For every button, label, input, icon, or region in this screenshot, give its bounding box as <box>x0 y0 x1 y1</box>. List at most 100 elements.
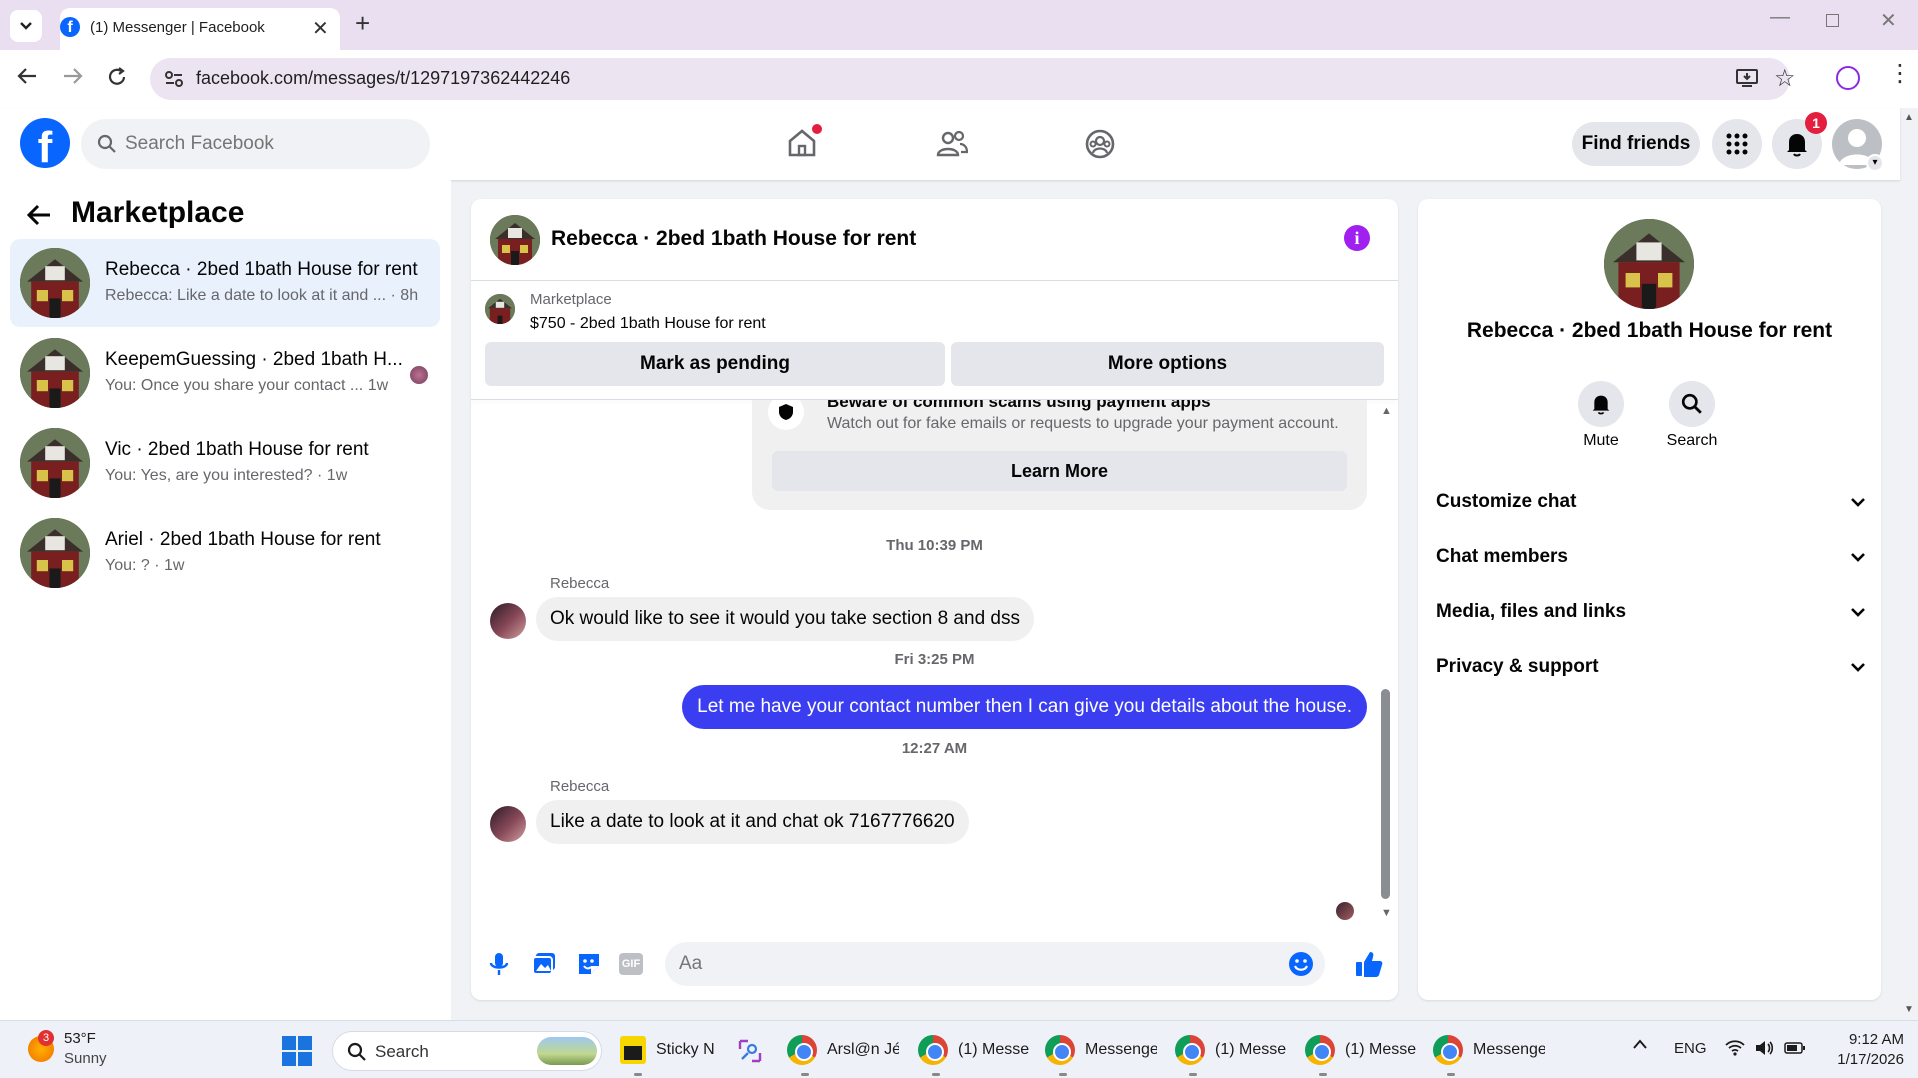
back-arrow-icon[interactable] <box>26 203 52 227</box>
contact-avatar-large[interactable] <box>1604 219 1694 309</box>
like-thumbs-up-icon[interactable] <box>1355 950 1383 978</box>
chrome-icon <box>1305 1035 1335 1065</box>
snipping-tool-icon[interactable] <box>736 1037 764 1065</box>
bell-icon <box>1785 131 1809 157</box>
conversation-preview: You: ? · 1w <box>105 557 184 575</box>
close-window-button[interactable]: ✕ <box>1880 8 1897 33</box>
facebook-search[interactable] <box>81 119 430 169</box>
taskbar-search[interactable]: Search <box>332 1031 602 1071</box>
taskbar-app[interactable]: Sticky N <box>620 1030 738 1076</box>
conversation-item[interactable]: Ariel · 2bed 1bath House for rent You: ? … <box>10 509 440 597</box>
weather-widget[interactable]: 3 53°F Sunny <box>24 1030 144 1070</box>
more-options-button[interactable]: More options <box>951 342 1384 386</box>
sticker-icon[interactable] <box>576 951 602 977</box>
reload-icon[interactable] <box>106 66 128 88</box>
chrome-icon <box>1175 1035 1205 1065</box>
windows-start-icon[interactable] <box>282 1036 312 1066</box>
chat-header-title[interactable]: Rebecca · 2bed 1bath House for rent <box>551 227 916 251</box>
bookmark-star-icon[interactable]: ☆ <box>1774 64 1796 93</box>
info-section-toggle[interactable]: Chat members <box>1436 537 1866 577</box>
clock-date[interactable]: 1/17/2026 <box>1814 1051 1904 1068</box>
taskbar-app[interactable]: Messenge <box>1433 1030 1551 1076</box>
conversation-item[interactable]: KeepemGuessing · 2bed 1bath H... You: Onc… <box>10 329 440 417</box>
tab-search-button[interactable] <box>10 10 42 42</box>
chat-header-avatar[interactable] <box>490 215 540 265</box>
microphone-icon[interactable] <box>489 951 509 977</box>
minimize-button[interactable]: — <box>1770 6 1790 29</box>
running-indicator <box>932 1073 940 1076</box>
sender-avatar[interactable] <box>490 806 526 842</box>
sticky-notes-icon <box>620 1036 646 1064</box>
wifi-icon[interactable] <box>1725 1040 1745 1056</box>
page-scroll-down[interactable]: ▼ <box>1904 1004 1914 1015</box>
taskbar-app-label: Arsl@n Jé <box>827 1041 899 1058</box>
listing-source: Marketplace <box>530 291 612 308</box>
safety-title: Beware of common scams using payment app… <box>827 400 1211 411</box>
incoming-message-bubble[interactable]: Ok would like to see it would you take s… <box>536 597 1034 641</box>
conversation-avatar <box>20 248 90 318</box>
address-bar[interactable]: facebook.com/messages/t/1297197362442246… <box>150 58 1796 100</box>
taskbar-app-label: Messenge <box>1473 1041 1545 1058</box>
emoji-icon[interactable] <box>1288 951 1314 977</box>
sender-avatar[interactable] <box>490 603 526 639</box>
seen-avatar <box>410 366 428 384</box>
new-tab-button[interactable]: + <box>355 8 370 39</box>
conversation-item[interactable]: Rebecca · 2bed 1bath House for rent Rebec… <box>10 239 440 327</box>
groups-nav-icon[interactable] <box>1084 128 1116 160</box>
conversation-title: Rebecca · 2bed 1bath House for rent <box>105 259 418 280</box>
tab-close-icon[interactable]: ✕ <box>312 16 329 41</box>
listing-title[interactable]: $750 - 2bed 1bath House for rent <box>530 315 766 333</box>
outgoing-message-bubble[interactable]: Let me have your contact number then I c… <box>682 685 1367 729</box>
back-arrow-icon[interactable] <box>16 66 38 86</box>
volume-icon[interactable] <box>1754 1040 1774 1056</box>
browser-menu-icon[interactable]: ⋮ <box>1888 62 1912 86</box>
url-text: facebook.com/messages/t/1297197362442246 <box>196 68 571 88</box>
listing-thumbnail[interactable] <box>485 294 515 324</box>
weather-condition: Sunny <box>64 1050 107 1067</box>
site-info-icon[interactable] <box>164 70 184 88</box>
account-chevron-icon[interactable]: ▾ <box>1866 154 1884 172</box>
menu-button[interactable] <box>1712 119 1762 169</box>
tray-chevron-icon[interactable] <box>1632 1038 1648 1050</box>
forward-arrow-icon[interactable] <box>62 66 84 86</box>
mute-button[interactable] <box>1578 381 1624 427</box>
incoming-message-bubble[interactable]: Like a date to look at it and chat ok 71… <box>536 800 969 844</box>
facebook-logo[interactable]: f <box>20 118 70 168</box>
browser-tab-active[interactable]: f (1) Messenger | Facebook ✕ <box>60 8 340 50</box>
info-icon[interactable]: i <box>1344 225 1370 251</box>
message-thread[interactable]: Beware of common scams using payment app… <box>471 400 1398 930</box>
install-app-icon[interactable] <box>1736 68 1758 88</box>
scroll-up-arrow[interactable]: ▲ <box>1381 405 1392 417</box>
scrollbar-thumb[interactable] <box>1381 689 1390 899</box>
profile-icon[interactable] <box>1836 66 1860 90</box>
info-section-toggle[interactable]: Media, files and links <box>1436 592 1866 632</box>
clock-time[interactable]: 9:12 AM <box>1824 1031 1904 1048</box>
language-indicator[interactable]: ENG <box>1674 1040 1707 1057</box>
conversation-title: Ariel · 2bed 1bath House for rent <box>105 529 381 550</box>
mark-pending-button[interactable]: Mark as pending <box>485 342 945 386</box>
message-input[interactable] <box>679 950 1259 978</box>
gif-icon[interactable]: GIF <box>619 953 643 975</box>
learn-more-button[interactable]: Learn More <box>772 451 1347 491</box>
search-input[interactable] <box>125 131 415 157</box>
scroll-down-arrow[interactable]: ▼ <box>1381 907 1392 919</box>
photo-icon[interactable] <box>531 951 557 977</box>
preview-text: You: Once you share your contact ... <box>105 377 364 394</box>
page-scroll-up[interactable]: ▲ <box>1904 112 1914 123</box>
taskbar-app[interactable]: (1) Messe <box>918 1030 1036 1076</box>
taskbar-app[interactable]: Messenge <box>1045 1030 1163 1076</box>
find-friends-button[interactable]: Find friends <box>1572 122 1700 166</box>
friends-nav-icon[interactable] <box>936 129 968 159</box>
search-label: Search <box>1666 432 1718 449</box>
restore-button[interactable] <box>1826 14 1839 27</box>
info-section-toggle[interactable]: Privacy & support <box>1436 647 1866 687</box>
info-section-toggle[interactable]: Customize chat <box>1436 482 1866 522</box>
chevron-down-icon <box>1850 552 1866 562</box>
battery-icon[interactable] <box>1784 1042 1806 1054</box>
message-composer[interactable] <box>665 942 1325 986</box>
taskbar-app[interactable]: (1) Messe <box>1175 1030 1293 1076</box>
taskbar-app[interactable]: Arsl@n Jé <box>787 1030 905 1076</box>
search-conversation-button[interactable] <box>1669 381 1715 427</box>
taskbar-app[interactable]: (1) Messe <box>1305 1030 1423 1076</box>
conversation-item[interactable]: Vic · 2bed 1bath House for rent You: Yes,… <box>10 419 440 507</box>
